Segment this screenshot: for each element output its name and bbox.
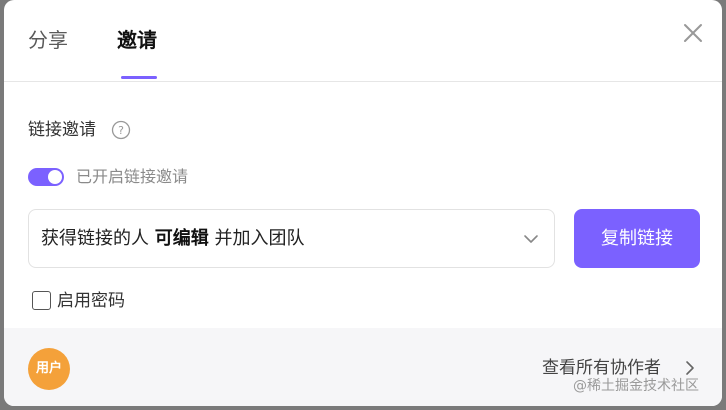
tab-share[interactable]: 分享	[28, 26, 68, 54]
copy-link-button[interactable]: 复制链接	[574, 209, 700, 268]
active-tab-indicator	[121, 76, 157, 79]
select-prefix: 获得链接的人	[41, 228, 155, 249]
svg-text:?: ?	[118, 124, 124, 137]
watermark: @稀土掘金技术社区	[573, 378, 699, 394]
avatar[interactable]: 用户	[28, 348, 70, 390]
close-icon[interactable]	[682, 22, 704, 44]
chevron-down-icon	[524, 235, 538, 243]
select-permission: 可编辑	[154, 228, 209, 249]
toggle-knob	[48, 170, 62, 184]
enable-password-checkbox[interactable]	[32, 291, 51, 310]
question-circle-icon[interactable]: ?	[111, 120, 131, 140]
link-invite-status: 已开启链接邀请	[76, 167, 189, 186]
link-invite-title: 链接邀请	[28, 120, 96, 140]
tab-bar: 分享 邀请	[4, 0, 722, 82]
link-invite-toggle[interactable]	[28, 168, 64, 186]
chevron-right-icon[interactable]	[685, 360, 695, 376]
permission-select[interactable]: 获得链接的人 可编辑 并加入团队	[28, 209, 555, 268]
enable-password-label: 启用密码	[57, 291, 125, 311]
select-suffix: 并加入团队	[208, 228, 305, 249]
tab-invite[interactable]: 邀请	[117, 26, 157, 54]
share-invite-dialog: 分享 邀请 链接邀请 ? 已开启链接邀请 获得链接的人 可编辑 并加入团队 复制…	[4, 0, 722, 406]
permission-select-value: 获得链接的人 可编辑 并加入团队	[41, 227, 304, 251]
